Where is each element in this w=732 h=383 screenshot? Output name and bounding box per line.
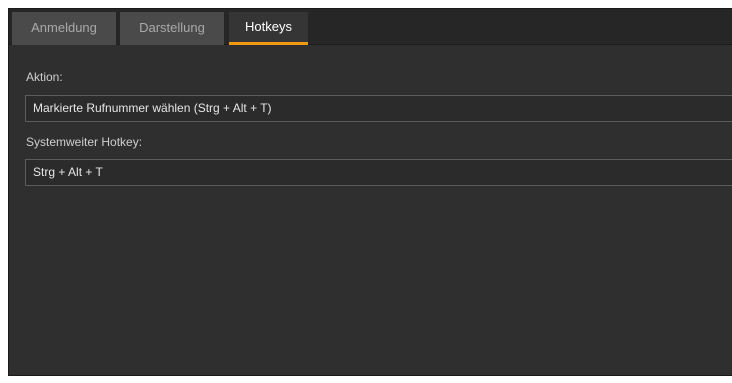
tab-bar: Anmeldung Darstellung Hotkeys — [9, 9, 732, 45]
action-label: Aktion: — [26, 70, 63, 84]
hotkey-input[interactable]: Strg + Alt + T — [25, 159, 732, 186]
hotkey-label: Systemweiter Hotkey: — [26, 135, 143, 149]
tab-hotkeys[interactable]: Hotkeys — [229, 12, 308, 45]
settings-window: Anmeldung Darstellung Hotkeys Aktion: Ma… — [8, 8, 732, 376]
action-select[interactable]: Markierte Rufnummer wählen (Strg + Alt +… — [25, 95, 732, 122]
tab-anmeldung[interactable]: Anmeldung — [12, 12, 116, 45]
tab-darstellung[interactable]: Darstellung — [120, 12, 224, 45]
